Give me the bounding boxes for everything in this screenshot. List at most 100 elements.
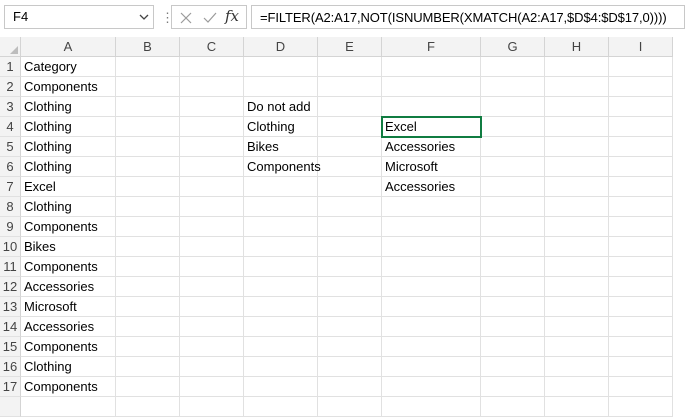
- cell-a14[interactable]: Accessories: [21, 317, 116, 337]
- cell-c11[interactable]: [180, 257, 244, 277]
- row-header-15[interactable]: 15: [0, 337, 21, 357]
- cell-a15[interactable]: Components: [21, 337, 116, 357]
- cell-i3[interactable]: [609, 97, 673, 117]
- cell-g8[interactable]: [481, 197, 545, 217]
- cell-b9[interactable]: [116, 217, 180, 237]
- cell-i15[interactable]: [609, 337, 673, 357]
- cell-a2[interactable]: Components: [21, 77, 116, 97]
- cell-a13[interactable]: Microsoft: [21, 297, 116, 317]
- cell-h7[interactable]: [545, 177, 609, 197]
- cell-g11[interactable]: [481, 257, 545, 277]
- cell-g15[interactable]: [481, 337, 545, 357]
- row-header-4[interactable]: 4: [0, 117, 21, 137]
- cell-f8[interactable]: [382, 197, 481, 217]
- row-header-5[interactable]: 5: [0, 137, 21, 157]
- cell-a17[interactable]: Components: [21, 377, 116, 397]
- cell-d8[interactable]: [244, 197, 318, 217]
- name-box[interactable]: F4: [4, 5, 154, 29]
- cell-d12[interactable]: [244, 277, 318, 297]
- cell-b7[interactable]: [116, 177, 180, 197]
- cell-e6[interactable]: [318, 157, 382, 177]
- cell-h10[interactable]: [545, 237, 609, 257]
- cell-h18[interactable]: [545, 397, 609, 417]
- cell-g3[interactable]: [481, 97, 545, 117]
- cell-i6[interactable]: [609, 157, 673, 177]
- column-header-g[interactable]: G: [481, 37, 545, 57]
- cell-g14[interactable]: [481, 317, 545, 337]
- cell-c12[interactable]: [180, 277, 244, 297]
- cell-e3[interactable]: [318, 97, 382, 117]
- cell-d15[interactable]: [244, 337, 318, 357]
- row-header-12[interactable]: 12: [0, 277, 21, 297]
- column-header-a[interactable]: A: [21, 37, 116, 57]
- cell-h16[interactable]: [545, 357, 609, 377]
- formula-input[interactable]: =FILTER(A2:A17,NOT(ISNUMBER(XMATCH(A2:A1…: [251, 5, 685, 29]
- cancel-icon[interactable]: [179, 11, 193, 25]
- cell-i12[interactable]: [609, 277, 673, 297]
- cell-g18[interactable]: [481, 397, 545, 417]
- cell-a4[interactable]: Clothing: [21, 117, 116, 137]
- cell-e13[interactable]: [318, 297, 382, 317]
- formula-bar-grip-icon[interactable]: ⋮: [161, 9, 174, 27]
- cell-i18[interactable]: [609, 397, 673, 417]
- row-header-11[interactable]: 11: [0, 257, 21, 277]
- cell-g1[interactable]: [481, 57, 545, 77]
- cell-e16[interactable]: [318, 357, 382, 377]
- cell-f17[interactable]: [382, 377, 481, 397]
- cell-h8[interactable]: [545, 197, 609, 217]
- cell-h17[interactable]: [545, 377, 609, 397]
- cell-d18[interactable]: [244, 397, 318, 417]
- cell-e7[interactable]: [318, 177, 382, 197]
- cell-i4[interactable]: [609, 117, 673, 137]
- select-all-corner[interactable]: [0, 37, 21, 57]
- row-header-2[interactable]: 2: [0, 77, 21, 97]
- cell-h3[interactable]: [545, 97, 609, 117]
- cell-g7[interactable]: [481, 177, 545, 197]
- cell-f5[interactable]: Accessories: [382, 137, 481, 157]
- row-header-8[interactable]: 8: [0, 197, 21, 217]
- cell-d10[interactable]: [244, 237, 318, 257]
- cell-b2[interactable]: [116, 77, 180, 97]
- column-header-h[interactable]: H: [545, 37, 609, 57]
- cell-g9[interactable]: [481, 217, 545, 237]
- cell-e2[interactable]: [318, 77, 382, 97]
- row-header-extra[interactable]: [0, 397, 21, 417]
- insert-function-icon[interactable]: fx: [225, 7, 239, 25]
- cell-f9[interactable]: [382, 217, 481, 237]
- cell-h4[interactable]: [545, 117, 609, 137]
- cell-a9[interactable]: Components: [21, 217, 116, 237]
- cell-e15[interactable]: [318, 337, 382, 357]
- cell-f3[interactable]: [382, 97, 481, 117]
- cell-b10[interactable]: [116, 237, 180, 257]
- cell-a16[interactable]: Clothing: [21, 357, 116, 377]
- cell-i16[interactable]: [609, 357, 673, 377]
- cell-g2[interactable]: [481, 77, 545, 97]
- cell-e5[interactable]: [318, 137, 382, 157]
- row-header-14[interactable]: 14: [0, 317, 21, 337]
- cell-a3[interactable]: Clothing: [21, 97, 116, 117]
- cell-d5[interactable]: Bikes: [244, 137, 318, 157]
- cell-a6[interactable]: Clothing: [21, 157, 116, 177]
- cell-b3[interactable]: [116, 97, 180, 117]
- cell-d7[interactable]: [244, 177, 318, 197]
- cell-h9[interactable]: [545, 217, 609, 237]
- row-header-3[interactable]: 3: [0, 97, 21, 117]
- cell-b12[interactable]: [116, 277, 180, 297]
- cell-f10[interactable]: [382, 237, 481, 257]
- cell-h6[interactable]: [545, 157, 609, 177]
- column-header-b[interactable]: B: [116, 37, 180, 57]
- cell-f12[interactable]: [382, 277, 481, 297]
- cell-c3[interactable]: [180, 97, 244, 117]
- cell-i1[interactable]: [609, 57, 673, 77]
- cell-g6[interactable]: [481, 157, 545, 177]
- row-header-9[interactable]: 9: [0, 217, 21, 237]
- cell-i7[interactable]: [609, 177, 673, 197]
- cell-f18[interactable]: [382, 397, 481, 417]
- cell-h15[interactable]: [545, 337, 609, 357]
- cell-h1[interactable]: [545, 57, 609, 77]
- cell-b5[interactable]: [116, 137, 180, 157]
- cell-e4[interactable]: [318, 117, 382, 137]
- cell-e14[interactable]: [318, 317, 382, 337]
- cell-f2[interactable]: [382, 77, 481, 97]
- chevron-down-icon[interactable]: [139, 13, 149, 21]
